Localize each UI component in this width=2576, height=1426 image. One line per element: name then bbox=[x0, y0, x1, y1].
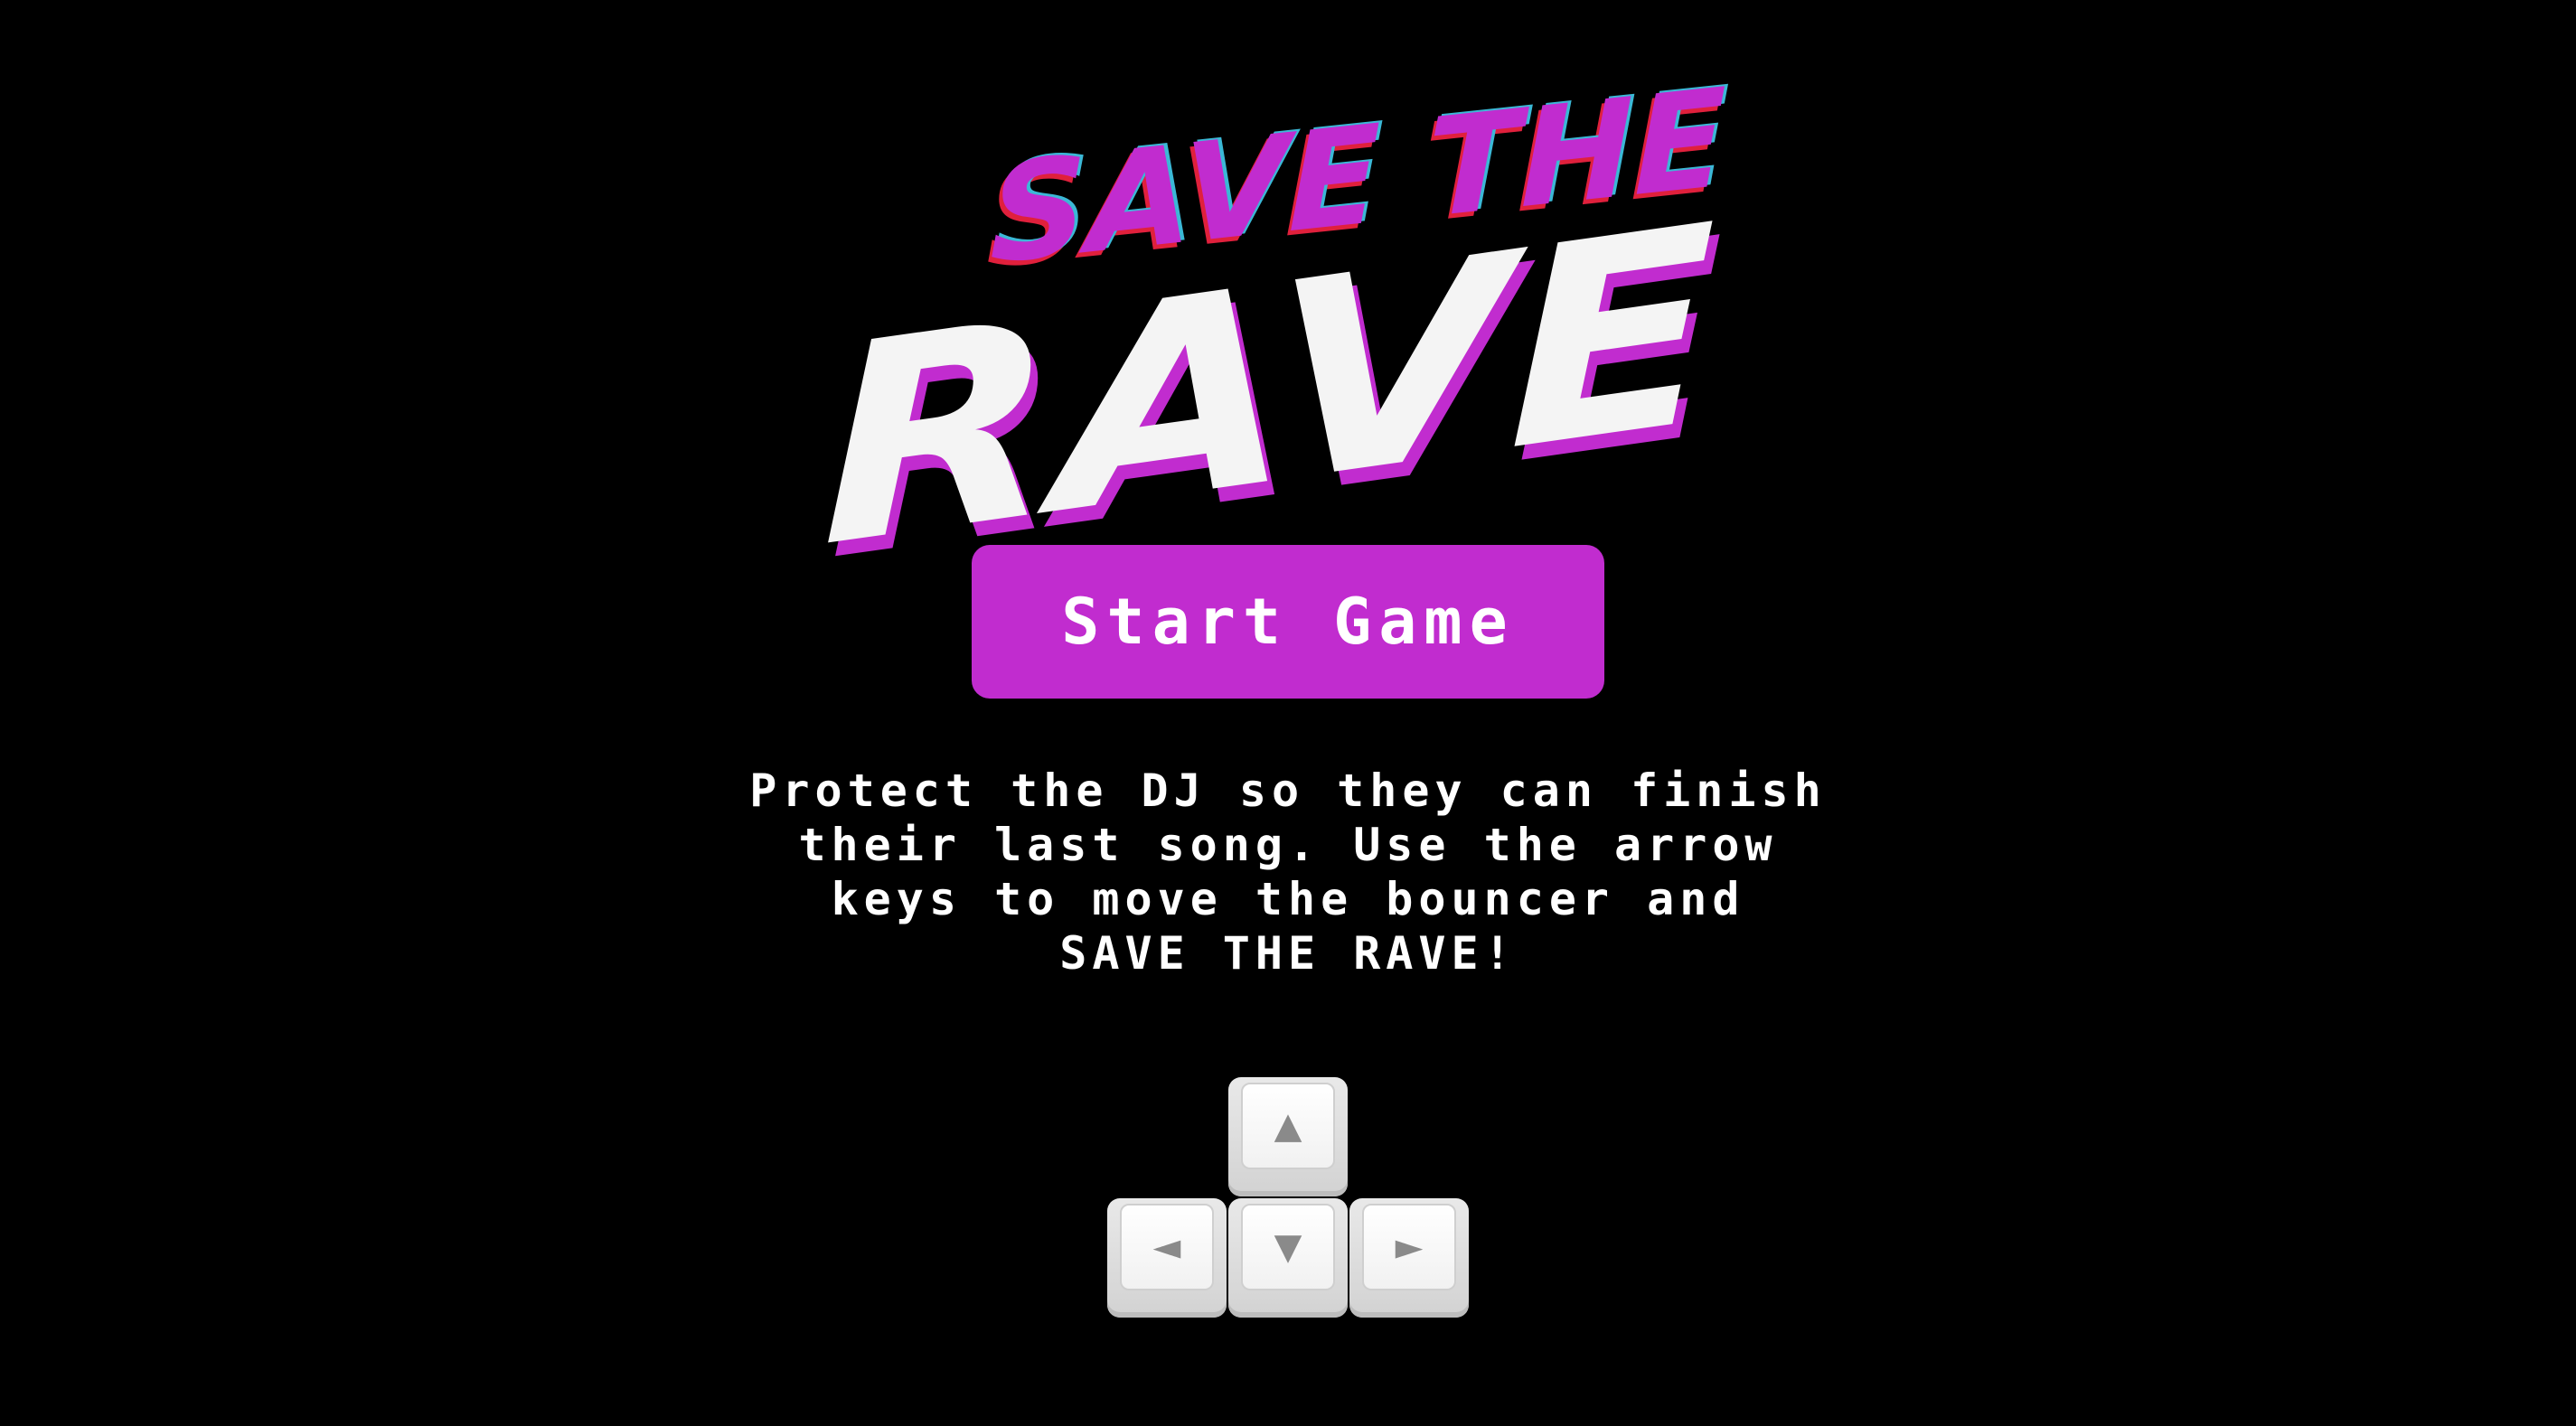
instructions-line-3: keys to move the bouncer and bbox=[831, 873, 1745, 925]
arrow-down-key[interactable]: ▼ bbox=[1228, 1198, 1348, 1318]
arrow-left-keycap: ◄ bbox=[1120, 1204, 1214, 1290]
instructions-line-2: their last song. Use the arrow bbox=[798, 819, 1778, 871]
arrow-left-key[interactable]: ◄ bbox=[1107, 1198, 1227, 1318]
game-logo: SAVE THE SAVE THE SAVE THE RAVE RAVE bbox=[818, 57, 1749, 622]
arrow-up-key[interactable]: ▲ bbox=[1228, 1077, 1348, 1196]
title-screen: SAVE THE SAVE THE SAVE THE RAVE RAVE Sta… bbox=[0, 0, 2576, 1426]
instructions-text: Protect the DJ so they can finish their … bbox=[655, 764, 1921, 980]
arrow-right-key[interactable]: ► bbox=[1349, 1198, 1469, 1318]
arrow-up-icon: ▲ bbox=[1274, 1105, 1302, 1147]
instructions-line-4: SAVE THE RAVE! bbox=[1059, 927, 1517, 980]
start-game-button[interactable]: Start Game bbox=[972, 545, 1604, 699]
arrow-up-keycap: ▲ bbox=[1241, 1083, 1335, 1169]
arrow-right-keycap: ► bbox=[1362, 1204, 1456, 1290]
arrow-down-keycap: ▼ bbox=[1241, 1204, 1335, 1290]
arrow-right-icon: ► bbox=[1395, 1226, 1424, 1268]
logo-line2: RAVE bbox=[822, 167, 1716, 608]
instructions-line-1: Protect the DJ so they can finish bbox=[749, 765, 1827, 817]
arrow-down-icon: ▼ bbox=[1274, 1226, 1302, 1268]
arrow-left-icon: ◄ bbox=[1152, 1226, 1181, 1268]
arrow-keys: ▲ ◄ ▼ ► bbox=[1107, 1077, 1469, 1321]
